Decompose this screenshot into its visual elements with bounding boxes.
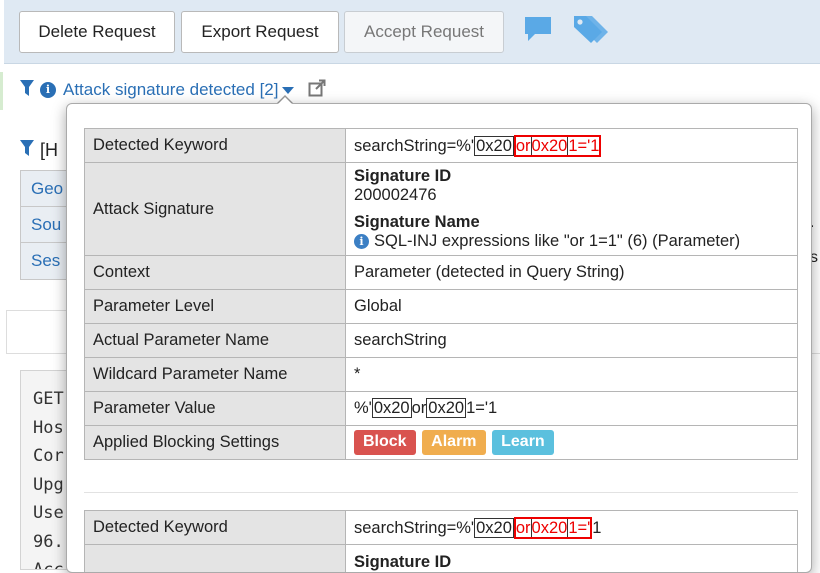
section-divider	[84, 492, 798, 493]
attack-signature-value: Signature ID	[346, 545, 798, 573]
violation-details-table-2: Detected Keyword searchString=%'0x20or0x…	[84, 510, 798, 573]
table-row: Parameter Level Global	[85, 290, 798, 324]
keyword-suffix: 1	[592, 519, 601, 537]
signature-name-label: Signature Name	[354, 213, 789, 232]
context-label: Context	[85, 256, 346, 290]
detected-keyword-label: Detected Keyword	[85, 129, 346, 163]
wildcard-parameter-name-value: *	[346, 358, 798, 392]
parameter-level-label: Parameter Level	[85, 290, 346, 324]
popover-caret-inner	[277, 97, 293, 105]
attack-signature-value: Signature ID 200002476 Signature Name iS…	[346, 163, 798, 256]
parameter-level-value: Global	[346, 290, 798, 324]
attack-signature-label: Attack Signature	[85, 163, 346, 256]
actual-parameter-name-value: searchString	[346, 324, 798, 358]
violation-details-table: Detected Keyword searchString=%'0x20or0x…	[84, 128, 798, 460]
row-highlight-strip	[0, 72, 3, 110]
second-filter-label: [H	[40, 140, 58, 161]
keyword-highlight: or0x201='1	[514, 135, 602, 157]
signature-id-label: Signature ID	[354, 167, 789, 186]
keyword-part: or	[516, 137, 531, 155]
detected-keyword-label: Detected Keyword	[85, 511, 346, 545]
alarm-badge: Alarm	[422, 430, 485, 455]
signature-id-label: Signature ID	[354, 553, 789, 572]
accept-request-button[interactable]: Accept Request	[344, 11, 504, 53]
keyword-part: 0x20	[474, 136, 514, 156]
block-badge: Block	[354, 430, 416, 455]
table-row: Attack Signature Signature ID 200002476 …	[85, 163, 798, 256]
tags-icon[interactable]	[570, 12, 612, 53]
keyword-part: 1='	[568, 519, 590, 537]
table-row: Applied Blocking Settings Block Alarm Le…	[85, 426, 798, 460]
violation-details-popover: Detected Keyword searchString=%'0x20or0x…	[66, 103, 812, 573]
info-icon[interactable]: i	[40, 82, 56, 98]
learn-badge: Learn	[492, 430, 554, 455]
keyword-part: 0x20	[531, 519, 569, 537]
parameter-value-label: Parameter Value	[85, 392, 346, 426]
keyword-part: or	[516, 519, 531, 537]
table-row: Signature ID	[85, 545, 798, 573]
keyword-prefix: searchString=%'	[354, 137, 474, 155]
info-icon[interactable]: i	[354, 234, 369, 249]
signature-id-value: 200002476	[354, 186, 789, 205]
actual-parameter-name-label: Actual Parameter Name	[85, 324, 346, 358]
blocking-settings-value: Block Alarm Learn	[346, 426, 798, 460]
wildcard-parameter-name-label: Wildcard Parameter Name	[85, 358, 346, 392]
violation-link[interactable]: Attack signature detected [2]	[63, 80, 278, 100]
comment-icon[interactable]	[522, 14, 554, 49]
second-filter-line: [H	[20, 140, 58, 161]
filter-icon[interactable]	[20, 80, 34, 101]
value-part: or	[412, 399, 427, 417]
table-row: Detected Keyword searchString=%'0x20or0x…	[85, 129, 798, 163]
table-row: Detected Keyword searchString=%'0x20or0x…	[85, 511, 798, 545]
keyword-highlight: or0x201='	[514, 517, 592, 539]
table-row: Parameter Value %'0x20or0x201='1	[85, 392, 798, 426]
export-request-button[interactable]: Export Request	[181, 11, 339, 53]
context-value: Parameter (detected in Query String)	[346, 256, 798, 290]
value-part: 0x20	[426, 398, 466, 418]
detected-keyword-value: searchString=%'0x20or0x201='1	[346, 511, 798, 545]
keyword-part: 0x20	[531, 137, 569, 155]
table-row: Context Parameter (detected in Query Str…	[85, 256, 798, 290]
filter-icon-2[interactable]	[20, 140, 34, 161]
external-link-icon[interactable]	[308, 79, 326, 102]
request-toolbar: Delete Request Export Request Accept Req…	[4, 0, 820, 64]
keyword-part: 0x20	[474, 518, 514, 538]
delete-request-button[interactable]: Delete Request	[19, 11, 175, 53]
keyword-prefix: searchString=%'	[354, 519, 474, 537]
table-row: Wildcard Parameter Name *	[85, 358, 798, 392]
attack-signature-label	[85, 545, 346, 573]
detected-keyword-value: searchString=%'0x20or0x201='1	[346, 129, 798, 163]
signature-name-row: i SQL-INJ expressions like "or 1=1" (6) (…	[354, 232, 789, 251]
value-part: 0x20	[372, 398, 412, 418]
value-part: %'	[354, 399, 372, 417]
value-part: 1='1	[466, 399, 497, 417]
blocking-settings-label: Applied Blocking Settings	[85, 426, 346, 460]
keyword-part: 1='1	[568, 137, 599, 155]
signature-name-value: SQL-INJ expressions like "or 1=1" (6) (P…	[374, 232, 740, 250]
parameter-value: %'0x20or0x201='1	[346, 392, 798, 426]
table-row: Actual Parameter Name searchString	[85, 324, 798, 358]
background-tab[interactable]	[6, 310, 72, 354]
